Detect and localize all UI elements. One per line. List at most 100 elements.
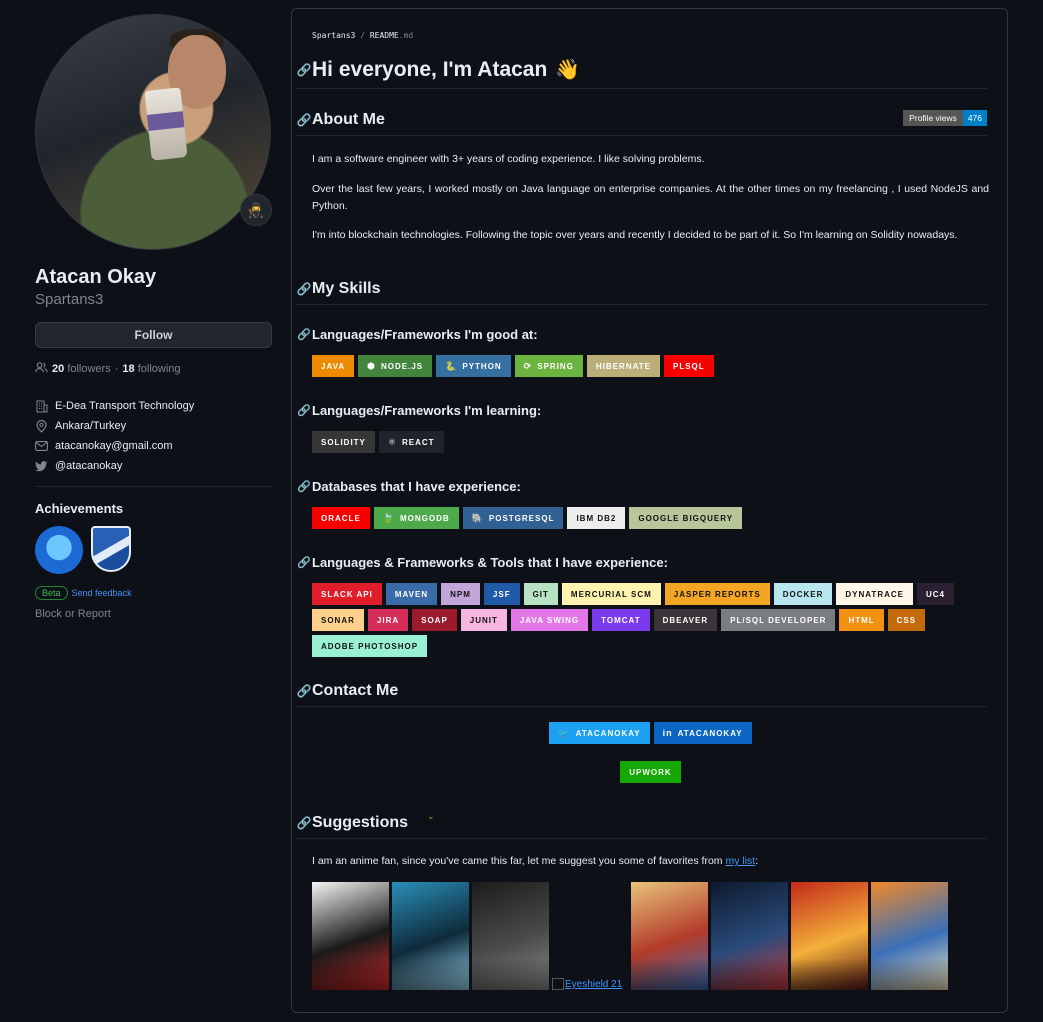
mail-icon: [35, 440, 48, 453]
avatar-cup: [144, 87, 188, 161]
jsf-badge[interactable]: JSF: [483, 583, 520, 605]
avatar[interactable]: [35, 14, 271, 250]
java-swing-badge[interactable]: JAVA SWING: [510, 609, 589, 631]
database-badges: ORACLE 🍃 MONGODB 🐘 POSTGRESQL IBM DB2 GOOGLE B…: [312, 507, 992, 529]
sonar-badge[interactable]: SONAR: [312, 609, 364, 631]
death-note-thumb[interactable]: [472, 882, 549, 990]
my-list-link[interactable]: my list: [725, 855, 755, 867]
block-or-report-link[interactable]: Block or Report: [35, 608, 272, 620]
slack-api-badge[interactable]: SLACK API: [312, 583, 382, 605]
hibernate-badge[interactable]: HIBERNATE: [586, 355, 660, 377]
badge-label: SOLIDITY: [321, 437, 366, 447]
mercurial-scm-badge[interactable]: MERCURIAL SCM: [561, 583, 661, 605]
plsql-badge[interactable]: PLSQL: [664, 355, 714, 377]
anchor-link-icon[interactable]: 🔗: [296, 328, 312, 341]
tools-heading: 🔗 Languages & Frameworks & Tools that I …: [296, 555, 668, 570]
html-badge[interactable]: HTML: [839, 609, 884, 631]
badge-label: NPM: [450, 589, 471, 599]
email-link[interactable]: atacanokay@gmail.com: [55, 440, 173, 452]
skills-heading: 🔗 My Skills: [296, 280, 987, 305]
fairy-tail-thumb[interactable]: [631, 882, 708, 990]
databases-heading: 🔗 Databases that I have experience:: [296, 479, 521, 494]
atacanokay-badge[interactable]: 🐦 ATACANOKAY: [549, 722, 650, 744]
demon-slayer-thumb[interactable]: [711, 882, 788, 990]
about-paragraph-2: Over the last few years, I worked mostly…: [312, 183, 989, 212]
yolo-achievement-icon[interactable]: [91, 526, 131, 572]
node-js-badge[interactable]: ⬢ NODE.JS: [358, 355, 433, 377]
badge-label: MAVEN: [394, 589, 429, 599]
node-js-icon: ⬢: [367, 360, 377, 371]
badge-label: REACT: [401, 437, 435, 447]
postgresql-icon: 🐘: [471, 512, 484, 523]
junit-badge[interactable]: JUNIT: [460, 609, 507, 631]
docker-badge[interactable]: DOCKER: [773, 583, 833, 605]
maven-badge[interactable]: MAVEN: [385, 583, 438, 605]
badge-label: GIT: [532, 589, 549, 599]
badge-label: GOOGLE BIGQUERY: [638, 513, 734, 523]
suggestions-colon: :: [755, 855, 759, 867]
attack-on-titan-thumb[interactable]: [392, 882, 469, 990]
broken-image-icon: [552, 978, 564, 990]
badge-label: SONAR: [321, 615, 355, 625]
adobe-photoshop-badge[interactable]: ADOBE PHOTOSHOP: [312, 635, 428, 657]
anchor-link-icon[interactable]: 🔗: [296, 282, 312, 296]
send-feedback-link[interactable]: Send feedback: [72, 588, 132, 598]
upwork-badge[interactable]: UPWORK: [620, 761, 681, 783]
jasper-reports-badge[interactable]: JASPER REPORTS: [664, 583, 770, 605]
anchor-link-icon[interactable]: 🔗: [296, 113, 312, 127]
soap-badge[interactable]: SOAP: [412, 609, 457, 631]
status-emoji[interactable]: 🥷: [240, 194, 272, 226]
oracle-badge[interactable]: ORACLE: [312, 507, 370, 529]
react-badge[interactable]: ⚛ REACT: [378, 431, 444, 453]
pl-sql-developer-badge[interactable]: PL/SQL DEVELOPER: [721, 609, 836, 631]
anchor-link-icon[interactable]: 🔗: [296, 684, 312, 698]
tomcat-badge[interactable]: TOMCAT: [592, 609, 650, 631]
contact-badges: 🐦 ATACANOKAY in ATACANOKAY: [292, 722, 1009, 744]
anchor-link-icon[interactable]: 🔗: [296, 816, 312, 830]
follow-button[interactable]: Follow: [35, 322, 272, 348]
anchor-link-icon[interactable]: 🔗: [296, 480, 312, 493]
contact-heading-text: Contact Me: [312, 682, 399, 699]
git-badge[interactable]: GIT: [523, 583, 558, 605]
breadcrumb-user-link[interactable]: Spartans3: [312, 31, 355, 40]
badge-label: JUNIT: [469, 615, 498, 625]
anime-thumbnails: Eyeshield 21: [312, 882, 948, 990]
badge-label: TOMCAT: [601, 615, 641, 625]
css-badge[interactable]: CSS: [887, 609, 926, 631]
google-bigquery-badge[interactable]: GOOGLE BIGQUERY: [629, 507, 743, 529]
pull-shark-achievement-icon[interactable]: [35, 526, 83, 574]
java-badge[interactable]: JAVA: [312, 355, 355, 377]
badge-label: JAVA SWING: [519, 615, 580, 625]
npm-badge[interactable]: NPM: [441, 583, 480, 605]
achievements-title: Achievements: [35, 501, 124, 516]
jira-badge[interactable]: JIRA: [367, 609, 409, 631]
bleach-thumb[interactable]: [312, 882, 389, 990]
following-link[interactable]: 18 following: [122, 363, 180, 375]
beta-feedback-row: Beta Send feedback: [35, 586, 272, 600]
about-heading: 🔗 About Me: [296, 111, 987, 136]
postgresql-badge[interactable]: 🐘 POSTGRESQL: [462, 507, 564, 529]
followers-link[interactable]: 20 followers: [52, 363, 111, 375]
eyeshield-21-broken-image[interactable]: Eyeshield 21: [552, 882, 628, 990]
anchor-link-icon[interactable]: 🔗: [296, 63, 312, 77]
react-icon: ⚛: [387, 436, 397, 447]
about-paragraph-3: I'm into blockchain technologies. Follow…: [312, 229, 958, 241]
suggestions-text: I am an anime fan, since you've came thi…: [312, 855, 723, 867]
uc4-badge[interactable]: UC4: [917, 583, 955, 605]
anchor-link-icon[interactable]: 🔗: [296, 404, 312, 417]
dbeaver-badge[interactable]: DBEAVER: [653, 609, 718, 631]
ibm-db2-badge[interactable]: IBM DB2: [567, 507, 626, 529]
python-badge[interactable]: 🐍 PYTHON: [436, 355, 511, 377]
atacanokay-badge[interactable]: in ATACANOKAY: [653, 722, 752, 744]
mongodb-badge[interactable]: 🍃 MONGODB: [373, 507, 459, 529]
naruto-thumb[interactable]: [871, 882, 948, 990]
spring-badge[interactable]: ⟳ SPRING: [514, 355, 583, 377]
solidity-badge[interactable]: SOLIDITY: [312, 431, 375, 453]
badge-label: PLSQL: [673, 361, 705, 371]
profile-username: Spartans3: [35, 291, 104, 308]
badge-label: SLACK API: [321, 589, 373, 599]
twitter-link[interactable]: @atacanokay: [55, 460, 122, 472]
anchor-link-icon[interactable]: 🔗: [296, 556, 312, 569]
seven-deadly-sins-thumb[interactable]: [791, 882, 868, 990]
dynatrace-badge[interactable]: DYNATRACE: [836, 583, 913, 605]
